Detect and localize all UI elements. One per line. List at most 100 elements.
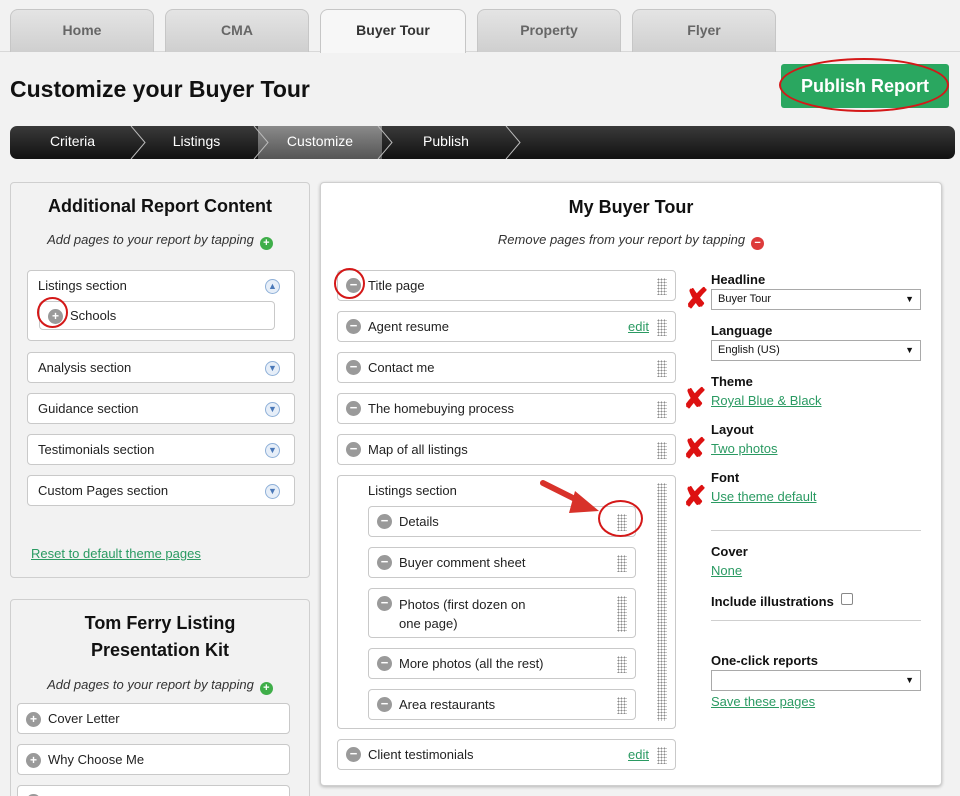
chevron-up-icon[interactable]: ▲ [265,279,280,294]
hint-text: Add pages to your report by tapping + [11,232,309,250]
page-map-listings[interactable]: − Map of all listings [337,434,676,465]
page-label: Area restaurants [399,697,496,712]
one-click-select[interactable]: ▼ [711,670,921,691]
drag-handle-icon[interactable] [657,747,667,764]
tab-buyer-tour[interactable]: Buyer Tour [320,9,466,53]
font-link[interactable]: Use theme default [711,489,817,504]
drag-handle-icon[interactable] [657,442,667,459]
chevron-down-icon[interactable]: ▼ [265,402,280,417]
drag-handle-icon[interactable] [617,697,627,714]
remove-icon[interactable]: − [346,360,361,375]
edit-link[interactable]: edit [628,312,649,342]
hint-label: Add pages to your report by tapping [47,232,254,247]
page-agent-resume[interactable]: − Agent resume edit [337,311,676,342]
page-label-line: one page) [399,616,458,631]
language-select[interactable]: English (US) ▼ [711,340,921,361]
drag-handle-icon[interactable] [617,596,627,632]
guidance-section[interactable]: Guidance section ▼ [27,393,295,424]
language-label: Language [711,323,773,338]
language-value: English (US) [718,344,780,356]
red-x-icon: ✘ [683,383,707,414]
font-label: Font [711,470,740,485]
listings-section-group[interactable]: Listings section − Details − Buyer comme… [337,475,676,729]
remove-icon[interactable]: − [346,442,361,457]
drag-handle-icon[interactable] [617,555,627,572]
add-icon[interactable]: + [26,712,41,727]
chevron-separator [377,126,393,159]
remove-icon[interactable]: − [377,596,392,611]
chevron-down-icon[interactable]: ▼ [265,484,280,499]
step-publish[interactable]: Publish [382,126,510,159]
page-label: Map of all listings [368,442,468,457]
add-icon[interactable]: + [48,309,63,324]
panel-title: My Buyer Tour [568,197,694,217]
add-icon[interactable]: + [26,753,41,768]
listing-page-buyer-comment[interactable]: − Buyer comment sheet [368,547,636,578]
testimonials-section[interactable]: Testimonials section ▼ [27,434,295,465]
remove-icon[interactable]: − [346,278,361,293]
page-label: Title page [368,278,425,293]
drag-handle-icon[interactable] [657,360,667,377]
drag-handle-icon[interactable] [657,483,667,721]
kit-title-line1: Tom Ferry Listing [84,613,236,633]
drag-handle-icon[interactable] [617,656,627,673]
headline-label: Headline [711,272,766,287]
remove-icon[interactable]: − [377,697,392,712]
tab-cma[interactable]: CMA [165,9,309,52]
custom-pages-section[interactable]: Custom Pages section ▼ [27,475,295,506]
drag-handle-icon[interactable] [617,514,627,531]
headline-select[interactable]: Buyer Tour ▼ [711,289,921,310]
chevron-down-icon[interactable]: ▼ [265,361,280,376]
why-choose-me-item[interactable]: + Why Choose Me [17,744,290,775]
page-label: Buyer comment sheet [399,555,526,570]
tab-property[interactable]: Property [477,9,621,52]
panel-title: Additional Report Content [48,196,272,216]
drag-handle-icon[interactable] [657,401,667,418]
schools-item[interactable]: + Schools [39,301,275,330]
remove-icon[interactable]: − [346,401,361,416]
red-x-icon: ✘ [683,481,707,512]
save-pages-link[interactable]: Save these pages [711,694,815,709]
hint-text: Remove pages from your report by tapping… [321,232,941,250]
tom-ferry-kit-panel: Tom Ferry Listing Presentation Kit Add p… [10,599,310,796]
page-client-testimonials[interactable]: − Client testimonials edit [337,739,676,770]
kit-item-partial[interactable]: + [17,785,290,796]
step-criteria[interactable]: Criteria [10,126,135,159]
listing-page-photos[interactable]: − Photos (first dozen on one page) [368,588,636,638]
drag-handle-icon[interactable] [657,278,667,295]
tab-flyer[interactable]: Flyer [632,9,776,52]
drag-handle-icon[interactable] [657,319,667,336]
publish-report-button[interactable]: Publish Report [781,64,949,108]
listing-page-area-restaurants[interactable]: − Area restaurants [368,689,636,720]
layout-link[interactable]: Two photos [711,441,778,456]
tab-home[interactable]: Home [10,9,154,52]
page-title-page[interactable]: − Title page [337,270,676,301]
edit-link[interactable]: edit [628,740,649,770]
listings-section-group: Listings section ▲ + Schools [27,270,295,341]
cover-letter-item[interactable]: + Cover Letter [17,703,290,734]
remove-icon[interactable]: − [377,555,392,570]
reset-default-link[interactable]: Reset to default theme pages [31,546,201,561]
step-listings[interactable]: Listings [135,126,258,159]
one-click-label: One-click reports [711,653,818,668]
remove-icon[interactable]: − [377,514,392,529]
analysis-section[interactable]: Analysis section ▼ [27,352,295,383]
step-customize[interactable]: Customize [258,126,382,159]
dropdown-arrow-icon: ▼ [905,294,914,304]
red-x-icon: ✘ [683,433,707,464]
page-contact-me[interactable]: − Contact me [337,352,676,383]
page-label: More photos (all the rest) [399,656,544,671]
illustrations-checkbox[interactable] [841,593,853,605]
remove-icon[interactable]: − [346,747,361,762]
cover-label: Cover [711,544,748,559]
hint-text: Add pages to your report by tapping + [11,677,309,695]
remove-icon[interactable]: − [346,319,361,334]
remove-icon[interactable]: − [377,656,392,671]
item-label: Cover Letter [48,711,120,726]
chevron-down-icon[interactable]: ▼ [265,443,280,458]
my-buyer-tour-panel: My Buyer Tour Remove pages from your rep… [320,182,942,786]
listing-page-more-photos[interactable]: − More photos (all the rest) [368,648,636,679]
page-homebuying-process[interactable]: − The homebuying process [337,393,676,424]
theme-link[interactable]: Royal Blue & Black [711,393,822,408]
cover-link[interactable]: None [711,563,742,578]
